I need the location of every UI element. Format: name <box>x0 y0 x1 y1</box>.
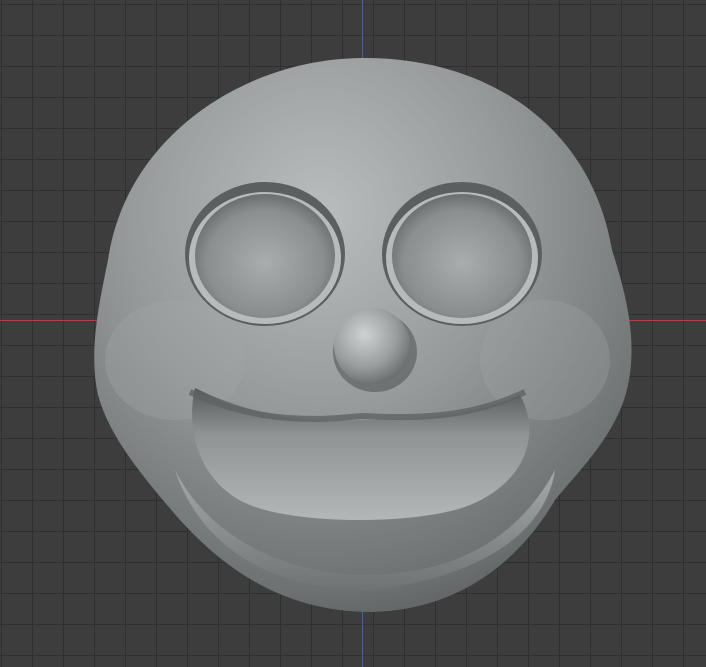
right-eye-socket <box>392 194 532 318</box>
nose <box>334 308 410 384</box>
left-eye-socket <box>195 194 335 318</box>
sculpted-face-model[interactable] <box>0 0 706 667</box>
3d-viewport[interactable] <box>0 0 706 667</box>
